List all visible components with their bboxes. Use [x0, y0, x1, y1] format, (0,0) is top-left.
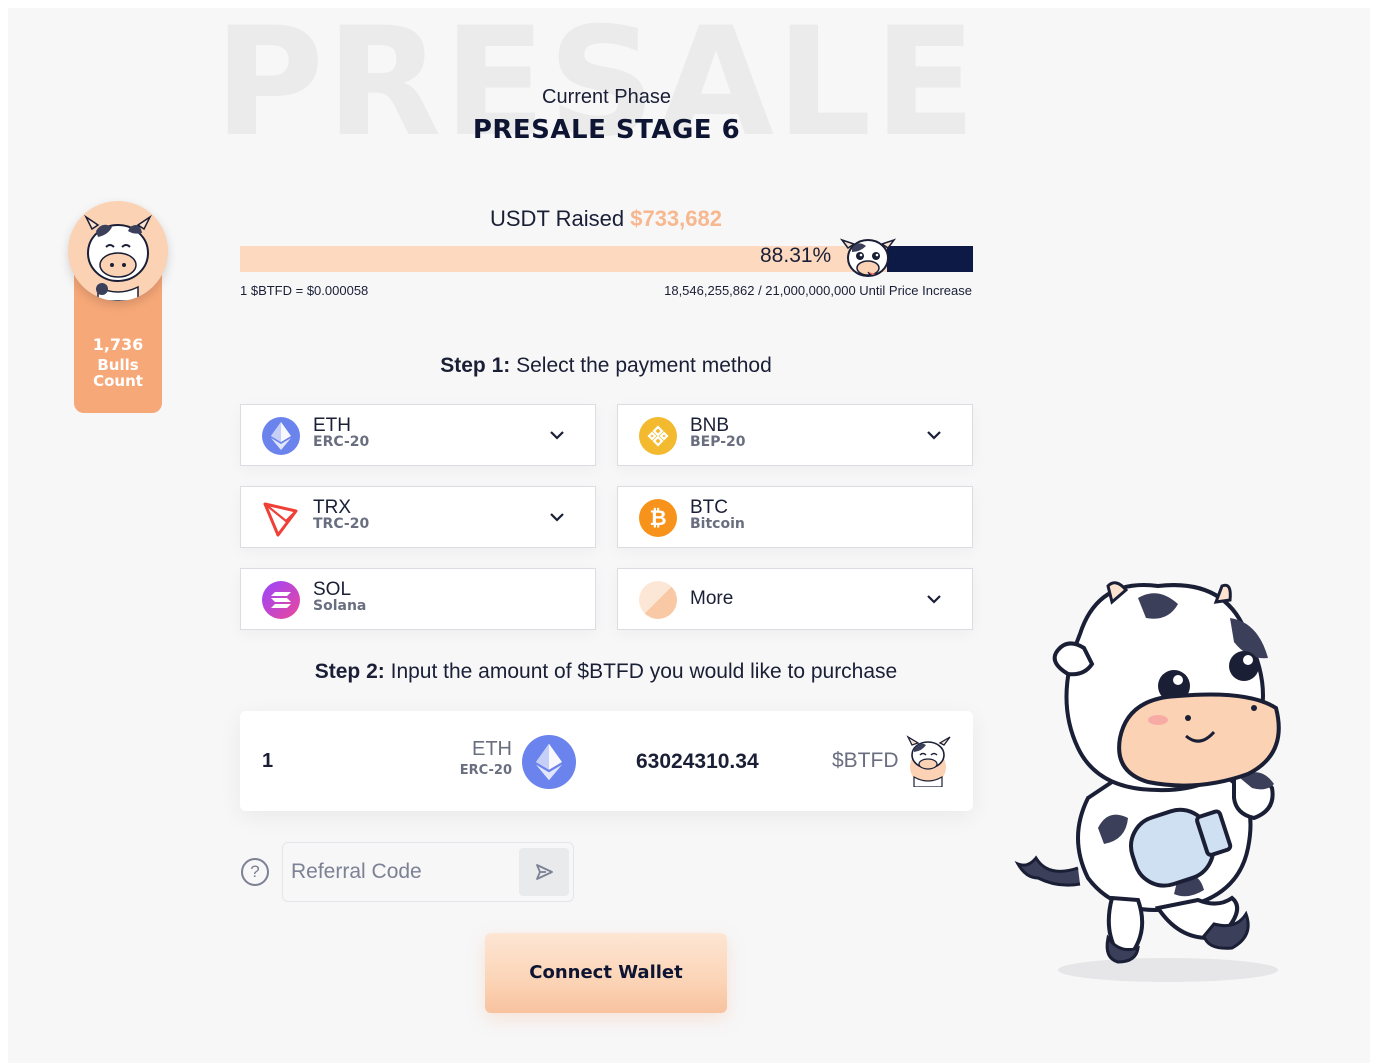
bitcoin-icon: ₿	[639, 499, 677, 537]
presale-stage-title: PRESALE STAGE 6	[472, 115, 741, 145]
referral-submit-button[interactable]	[519, 848, 569, 896]
help-icon[interactable]: ?	[241, 858, 269, 886]
payment-name: ETH	[313, 415, 351, 436]
cow-avatar	[68, 201, 168, 301]
payment-option-trx[interactable]: TRX TRC-20	[240, 486, 596, 548]
connect-wallet-button[interactable]: Connect Wallet	[485, 933, 727, 1013]
chevron-down-icon[interactable]	[924, 589, 944, 609]
step2-text: Input the amount of $BTFD you would like…	[390, 660, 898, 683]
payment-name: BNB	[690, 415, 730, 436]
chevron-down-icon[interactable]	[547, 425, 567, 445]
payment-option-sol[interactable]: SOL Solana	[240, 568, 596, 630]
progress-cow-icon	[839, 234, 897, 282]
ethereum-icon	[522, 735, 576, 789]
solana-icon	[262, 581, 300, 619]
pay-amount-input[interactable]: 1	[262, 750, 273, 773]
payment-network: ERC-20	[313, 434, 370, 450]
payment-name: SOL	[313, 579, 352, 600]
bulls-count-label: Bulls Count	[74, 357, 162, 389]
usdt-raised-amount: $733,682	[630, 206, 722, 231]
chevron-down-icon[interactable]	[924, 425, 944, 445]
step2-label: Step 2:	[314, 660, 385, 683]
purchase-amount-box: 1 ETH ERC-20 63024310.34 $BTFD	[240, 711, 973, 811]
binance-icon	[639, 417, 677, 455]
payment-network: BEP-20	[690, 434, 746, 450]
step1-label: Step 1:	[440, 354, 511, 377]
pay-currency-network: ERC-20	[459, 763, 512, 778]
payment-network: Solana	[313, 598, 367, 614]
referral-field	[282, 842, 574, 902]
payment-option-bnb[interactable]: BNB BEP-20	[617, 404, 973, 466]
bulls-label-line1: Bulls	[97, 356, 139, 374]
tokens-until-increase: 18,546,255,862 / 21,000,000,000 Until Pr…	[664, 283, 972, 298]
payment-network: TRC-20	[313, 516, 370, 532]
receive-token-label: $BTFD	[832, 749, 899, 772]
bulls-count-badge: 1,736 Bulls Count	[68, 201, 168, 413]
progress-percent: 88.31%	[760, 244, 832, 267]
payment-more-label: More	[690, 588, 734, 609]
payment-option-btc[interactable]: ₿ BTC Bitcoin	[617, 486, 973, 548]
pay-currency-label: ETH	[472, 738, 512, 760]
usdt-raised-label: USDT Raised	[490, 206, 625, 231]
step2-heading: Step 2: Input the amount of $BTFD you wo…	[240, 660, 972, 684]
cow-mascot-icon	[84, 214, 152, 301]
payment-network: Bitcoin	[690, 516, 745, 532]
tron-icon	[262, 499, 300, 537]
usdt-raised: USDT Raised $733,682	[240, 206, 972, 232]
current-phase-label: Current Phase	[542, 86, 671, 108]
btfd-token-icon	[904, 735, 954, 788]
payment-name: TRX	[313, 497, 351, 518]
ethereum-icon	[262, 417, 300, 455]
payment-name: BTC	[690, 497, 728, 518]
referral-code-input[interactable]	[291, 857, 511, 887]
send-icon	[536, 864, 553, 880]
receive-amount: 63024310.34	[636, 750, 759, 773]
payment-option-eth[interactable]: ETH ERC-20	[240, 404, 596, 466]
token-price: 1 $BTFD = $0.000058	[240, 283, 369, 298]
more-currencies-icon	[639, 581, 677, 619]
step1-text: Select the payment method	[516, 354, 772, 377]
payment-option-more[interactable]: More	[617, 568, 973, 630]
step1-heading: Step 1: Select the payment method	[240, 354, 972, 378]
presale-widget: PRESALE Current Phase PRESALE STAGE 6 1,…	[8, 8, 1370, 1063]
bulls-count-value: 1,736	[92, 335, 144, 354]
chevron-down-icon[interactable]	[547, 507, 567, 527]
bulls-label-line2: Count	[93, 372, 143, 390]
running-cow-illustration	[1008, 578, 1318, 988]
